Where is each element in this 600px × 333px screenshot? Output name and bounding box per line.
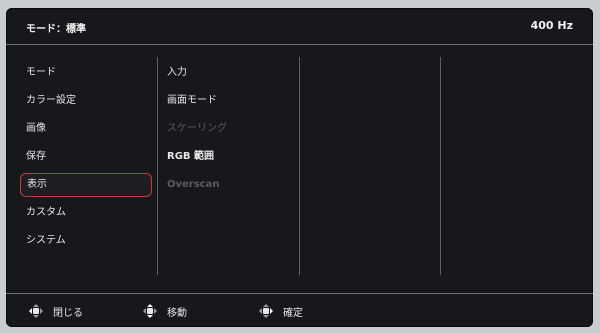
submenu-item-scaling: スケーリング (167, 123, 227, 134)
column-divider (157, 57, 158, 275)
dpad-right-icon (258, 303, 274, 319)
close-hint: 閉じる (28, 303, 83, 319)
current-mode-label: モード：標準 (26, 24, 86, 35)
column-divider (440, 57, 441, 275)
menu-item-system[interactable]: システム (20, 227, 159, 255)
menu-item-label: カラー設定 (26, 95, 76, 106)
move-label: 移動 (167, 307, 187, 319)
confirm-hint: 確定 (258, 303, 303, 319)
osd-header: モード：標準 400 Hz (6, 8, 593, 45)
column-divider (299, 57, 300, 275)
menu-item-label: 画像 (26, 123, 46, 134)
menu-item-label: システム (26, 235, 66, 246)
sub-menu: 入力 画面モード スケーリング RGB 範囲 Overscan (167, 59, 297, 199)
osd-footer: 閉じる 移動 確定 (6, 293, 593, 327)
dpad-up-down-icon (142, 303, 158, 319)
menu-item-label: 表示 (27, 179, 47, 190)
menu-item-mode[interactable]: モード (20, 59, 159, 87)
menu-item-save[interactable]: 保存 (20, 143, 159, 171)
menu-item-label: 保存 (26, 151, 46, 162)
main-menu: モード カラー設定 画像 保存 表示 カスタム システム (20, 59, 159, 255)
menu-item-label: モード (26, 67, 56, 78)
menu-item-display[interactable]: 表示 (20, 173, 152, 197)
submenu-item-rgb-range[interactable]: RGB 範囲 (167, 143, 297, 171)
submenu-item-overscan: Overscan (167, 179, 220, 190)
menu-item-image[interactable]: 画像 (20, 115, 159, 143)
confirm-label: 確定 (283, 307, 303, 319)
submenu-item-screen-mode[interactable]: 画面モード (167, 87, 297, 115)
close-label: 閉じる (53, 307, 83, 319)
dpad-left-icon (28, 303, 44, 319)
refresh-rate-label: 400 Hz (530, 19, 573, 32)
move-hint: 移動 (142, 303, 187, 319)
submenu-item-input[interactable]: 入力 (167, 59, 297, 87)
menu-item-label: カスタム (26, 207, 66, 218)
osd-panel: モード：標準 400 Hz モード カラー設定 画像 保存 表示 カスタム シス… (6, 8, 593, 327)
menu-item-custom[interactable]: カスタム (20, 199, 159, 227)
menu-item-color-settings[interactable]: カラー設定 (20, 87, 159, 115)
